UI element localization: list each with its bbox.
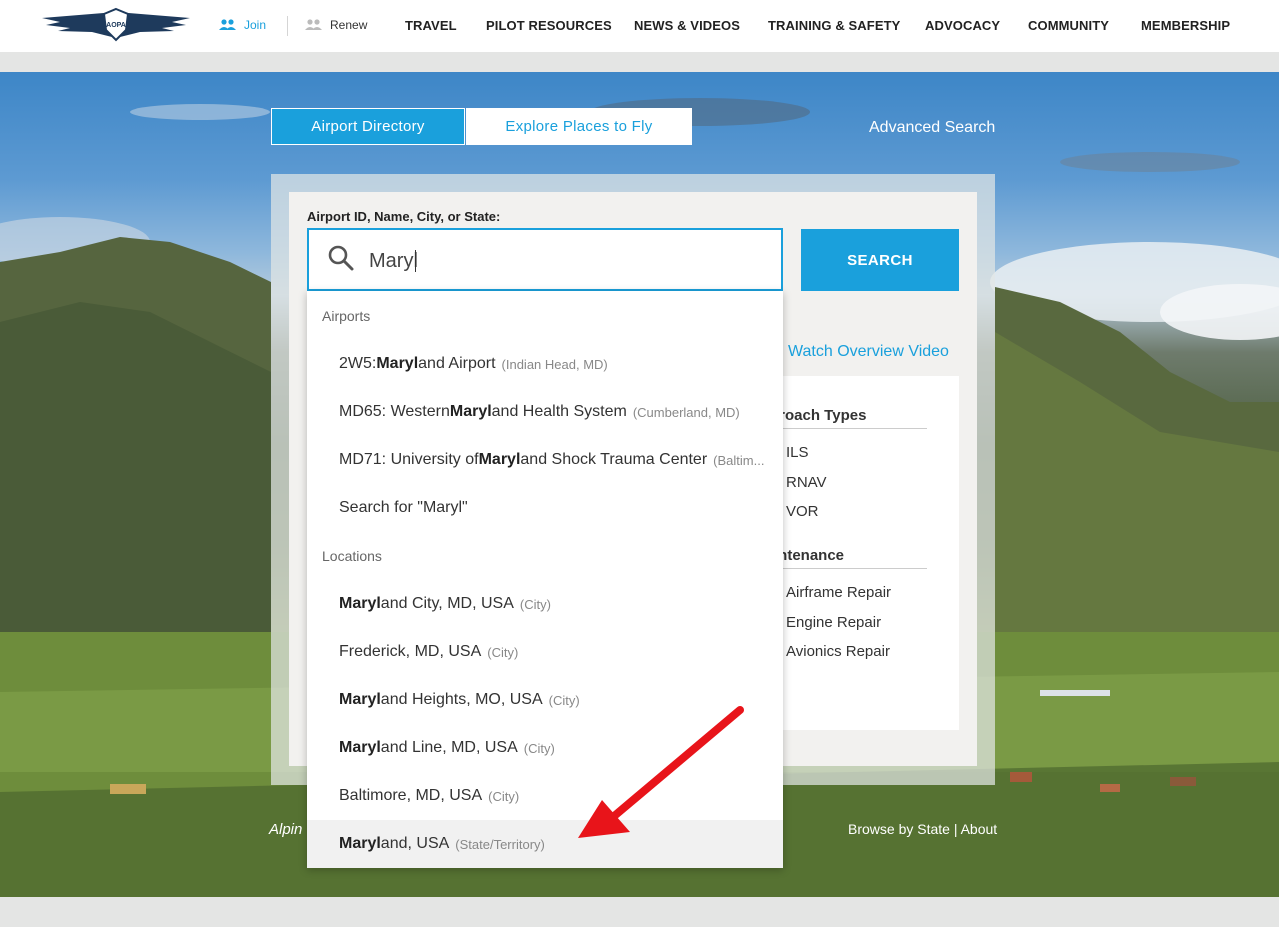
photo-caption: Alpin [269, 821, 303, 838]
option-suffix: and Airport [418, 355, 496, 372]
option-suffix: and, USA [380, 835, 450, 852]
option-location: (Cumberland, MD) [632, 404, 740, 420]
airport-option-md71[interactable]: MD71: University of Maryl and Shock Traum… [307, 436, 783, 484]
watch-overview-video-link[interactable]: Watch Overview Video [788, 343, 949, 361]
option-suffix: and Health System [491, 403, 627, 420]
option-match: Maryl [339, 739, 381, 756]
logo-text: AOPA [106, 22, 126, 29]
advanced-search-link[interactable]: Advanced Search [869, 119, 995, 137]
nav-pilot-resources[interactable]: PILOT RESOURCES [486, 18, 612, 33]
option-prefix: Baltimore, MD, USA [339, 787, 483, 804]
option-prefix: Frederick, MD, USA [339, 643, 482, 660]
option-suffix: and Line, MD, USA [380, 739, 518, 756]
members-icon [219, 19, 236, 30]
filter-divider [760, 428, 927, 429]
option-prefix: 2W5: [339, 355, 377, 372]
nav-community[interactable]: COMMUNITY [1028, 18, 1109, 33]
airport-option-md65[interactable]: MD65: Western Maryl and Health System (Cum… [307, 388, 783, 436]
option-type: (State/Territory) [455, 836, 545, 852]
search-for-label: Search for "Maryl" [339, 499, 468, 516]
link-separator: | [953, 821, 958, 837]
search-icon [328, 245, 354, 271]
filter-vor[interactable]: VOR [786, 503, 819, 520]
filter-airframe-repair[interactable]: Airframe Repair [786, 584, 891, 601]
renew-label: Renew [330, 18, 368, 32]
nav-travel[interactable]: TRAVEL [405, 18, 457, 33]
option-match: Maryl [339, 595, 381, 612]
nav-training-safety[interactable]: TRAINING & SAFETY [768, 18, 900, 33]
about-link[interactable]: About [961, 821, 998, 837]
option-prefix: MD71: University of [339, 451, 479, 468]
search-input-value[interactable]: Maryl [369, 250, 418, 273]
filters-panel: proach Types ILS RNAV VOR intenance Airf… [760, 376, 959, 730]
option-type: (City) [488, 788, 520, 804]
option-suffix: and Heights, MO, USA [380, 691, 543, 708]
option-suffix: and City, MD, USA [380, 595, 514, 612]
search-field-label: Airport ID, Name, City, or State: [307, 209, 501, 224]
location-option-maryland-city[interactable]: Maryl and City, MD, USA (City) [307, 580, 783, 628]
tab-explore-places[interactable]: Explore Places to Fly [466, 108, 692, 145]
location-option-frederick[interactable]: Frederick, MD, USA (City) [307, 628, 783, 676]
join-link[interactable]: Join [218, 18, 266, 32]
nav-news-videos[interactable]: NEWS & VIDEOS [634, 18, 740, 33]
text-caret [415, 250, 416, 272]
option-match: Maryl [478, 451, 521, 468]
join-label: Join [244, 18, 267, 32]
tab-airport-directory[interactable]: Airport Directory [271, 108, 465, 145]
members-icon [305, 19, 322, 30]
bottom-links: Browse by State | About [848, 821, 997, 837]
browse-by-state-link[interactable]: Browse by State [848, 821, 950, 837]
option-type: (City) [523, 740, 555, 756]
option-location: (Baltim... [713, 452, 765, 468]
filter-avionics-repair[interactable]: Avionics Repair [786, 643, 890, 660]
option-type: (City) [519, 596, 551, 612]
filter-rnav[interactable]: RNAV [786, 474, 827, 491]
option-match: Maryl [449, 403, 492, 420]
approach-types-heading: proach Types [770, 407, 867, 424]
red-arrow-annotation-icon [578, 706, 744, 838]
airports-heading: Airports [322, 308, 371, 324]
option-prefix: MD65: Western [339, 403, 450, 420]
site-header: AOPA Join Renew TRAVEL PILOT RESOURCES N… [0, 0, 1279, 52]
filter-ils[interactable]: ILS [786, 444, 809, 461]
locations-heading: Locations [322, 548, 382, 564]
option-suffix: and Shock Trauma Center [520, 451, 708, 468]
filter-engine-repair[interactable]: Engine Repair [786, 614, 881, 631]
option-match: Maryl [339, 691, 381, 708]
option-match: Maryl [376, 355, 419, 372]
filter-divider [760, 568, 927, 569]
option-match: Maryl [339, 835, 381, 852]
aopa-logo-icon[interactable]: AOPA [32, 6, 200, 44]
airport-option-2w5[interactable]: 2W5: Maryl and Airport (Indian Head, MD) [307, 340, 783, 388]
option-type: (City) [487, 644, 519, 660]
nav-advocacy[interactable]: ADVOCACY [925, 18, 1000, 33]
nav-membership[interactable]: MEMBERSHIP [1141, 18, 1230, 33]
header-divider [287, 16, 288, 36]
search-for-option[interactable]: Search for "Maryl" [307, 484, 783, 532]
search-button[interactable]: SEARCH [801, 229, 959, 291]
renew-link[interactable]: Renew [304, 18, 367, 32]
maintenance-heading: intenance [774, 547, 845, 564]
option-location: (Indian Head, MD) [501, 356, 608, 372]
